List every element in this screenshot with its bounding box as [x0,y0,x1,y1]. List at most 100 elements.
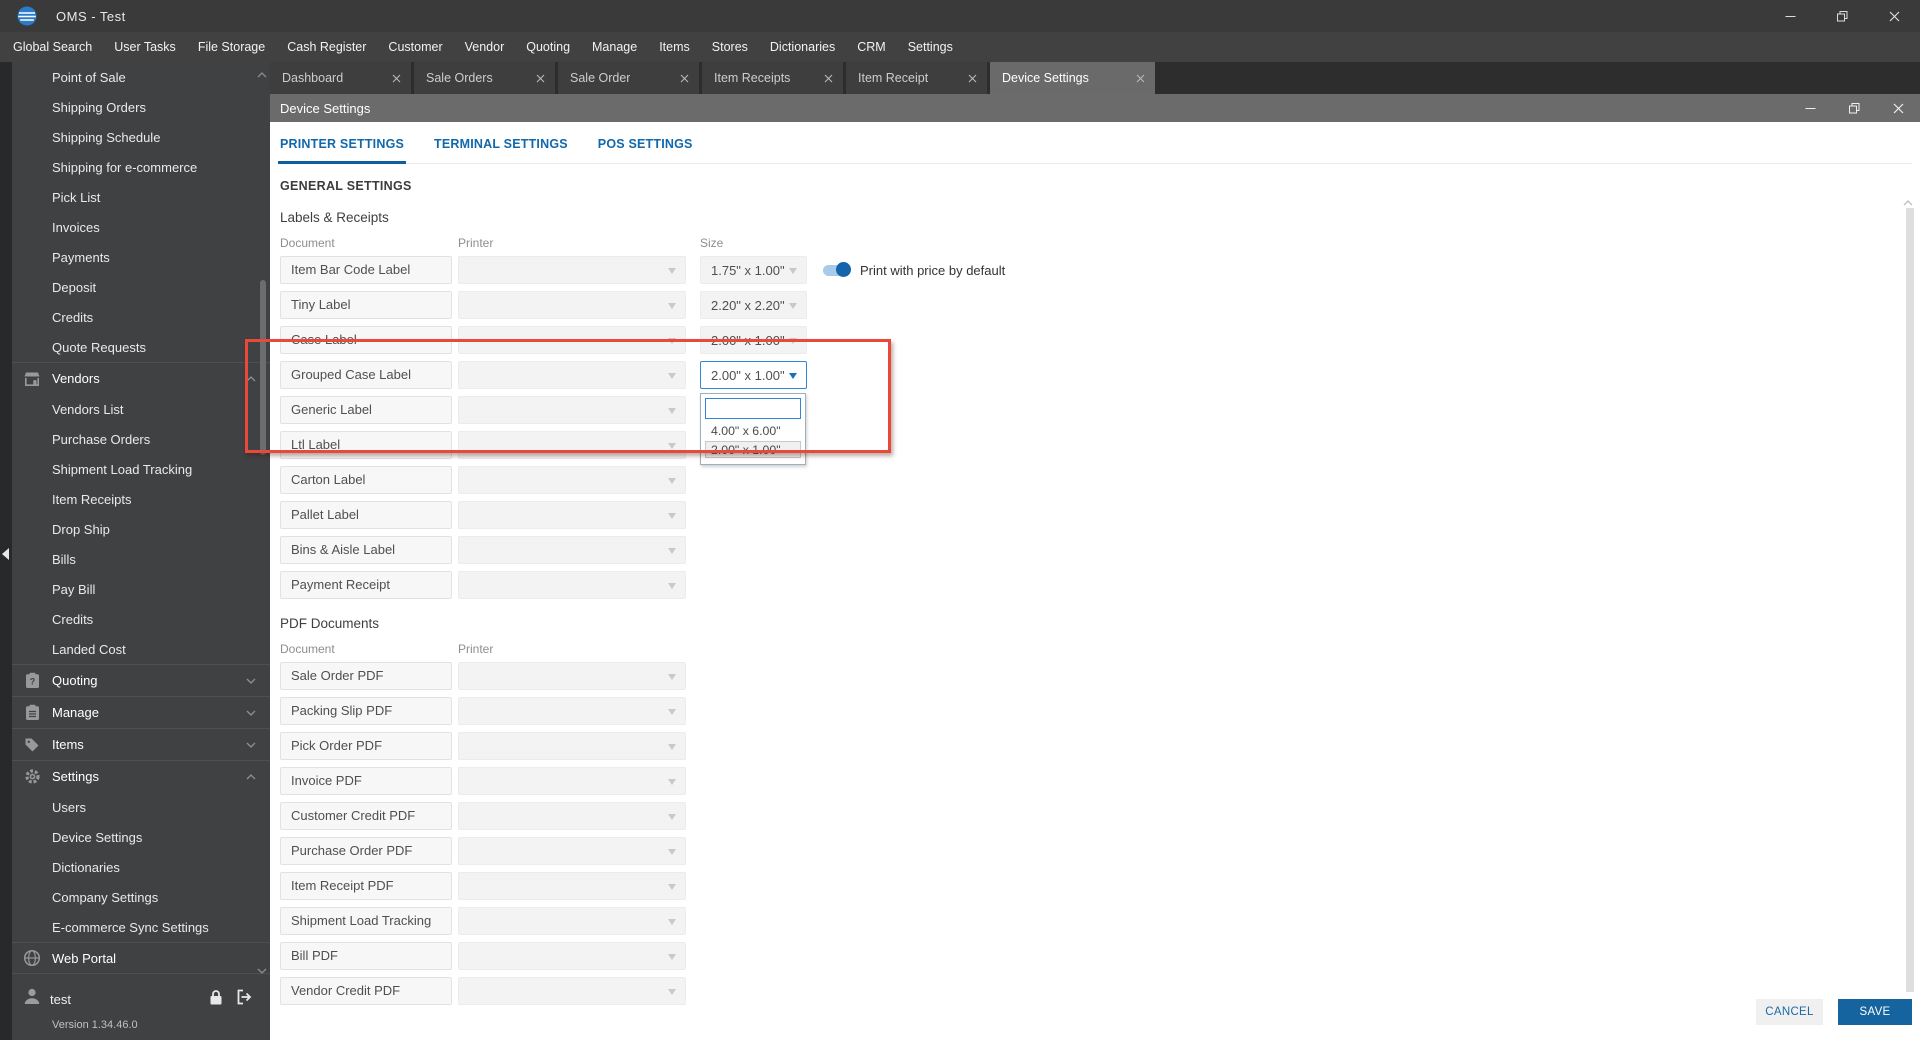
menu-item-dictionaries[interactable]: Dictionaries [759,32,846,62]
printer-select[interactable] [458,732,686,760]
tab-item-receipts[interactable]: Item Receipts [702,62,843,94]
printer-select[interactable] [458,802,686,830]
document-field[interactable]: Tiny Label [280,291,452,319]
sidebar-item-payments[interactable]: Payments [12,242,270,272]
document-field[interactable]: Payment Receipt [280,571,452,599]
collapse-left-arrow-icon[interactable] [2,548,9,560]
sidebar-item-deposit[interactable]: Deposit [12,272,270,302]
printer-select[interactable] [458,396,686,424]
printer-select[interactable] [458,326,686,354]
tab-close-icon[interactable] [968,74,977,83]
window-minimize-button[interactable] [1764,0,1816,32]
sidebar-item-pay-bill[interactable]: Pay Bill [12,574,270,604]
panel-minimize-button[interactable] [1788,94,1832,122]
sidebar-item-purchase-orders[interactable]: Purchase Orders [12,424,270,454]
sidebar-item-ecommerce-sync-settings[interactable]: E-commerce Sync Settings [12,912,270,942]
sidebar-scroll-up-icon[interactable] [257,65,267,83]
sidebar-item-vendor-credits[interactable]: Credits [12,604,270,634]
sidebar-item-pick-list[interactable]: Pick List [12,182,270,212]
printer-select[interactable] [458,697,686,725]
sidebar-item-item-receipts[interactable]: Item Receipts [12,484,270,514]
sidebar-item-vendors-list[interactable]: Vendors List [12,394,270,424]
document-field[interactable]: Customer Credit PDF [280,802,452,830]
menu-item-stores[interactable]: Stores [701,32,759,62]
printer-select[interactable] [458,662,686,690]
size-select[interactable]: 1.75" x 1.00" [700,256,807,284]
tab-pos-settings[interactable]: POS SETTINGS [598,137,693,151]
save-button[interactable]: SAVE [1838,999,1912,1025]
menu-item-manage[interactable]: Manage [581,32,648,62]
sidebar-scrollbar[interactable] [260,280,266,455]
tab-close-icon[interactable] [392,74,401,83]
document-field[interactable]: Case Label [280,326,452,354]
document-field[interactable]: Vendor Credit PDF [280,977,452,1005]
tab-sale-order[interactable]: Sale Order [558,62,699,94]
printer-select[interactable] [458,256,686,284]
sidebar-item-dictionaries[interactable]: Dictionaries [12,852,270,882]
cancel-button[interactable]: CANCEL [1756,999,1823,1025]
document-field[interactable]: Ltl Label [280,431,452,459]
tab-close-icon[interactable] [536,74,545,83]
content-scrollbar[interactable] [1906,208,1914,992]
menu-item-quoting[interactable]: Quoting [515,32,581,62]
printer-select[interactable] [458,466,686,494]
sidebar-item-point-of-sale[interactable]: Point of Sale [12,62,270,92]
document-field[interactable]: Carton Label [280,466,452,494]
menu-item-cash-register[interactable]: Cash Register [276,32,377,62]
menu-item-user-tasks[interactable]: User Tasks [103,32,187,62]
tab-item-receipt[interactable]: Item Receipt [846,62,987,94]
size-select[interactable]: 2.20" x 2.20" [700,291,807,319]
sidebar-item-drop-ship[interactable]: Drop Ship [12,514,270,544]
logout-icon[interactable] [236,989,254,1010]
sidebar-item-quote-requests[interactable]: Quote Requests [12,332,270,362]
tab-close-icon[interactable] [680,74,689,83]
printer-select[interactable] [458,536,686,564]
document-field[interactable]: Packing Slip PDF [280,697,452,725]
document-field[interactable]: Purchase Order PDF [280,837,452,865]
window-restore-button[interactable] [1816,0,1868,32]
sidebar-section-manage[interactable]: Manage [12,696,270,728]
sidebar-item-shipping-ecommerce[interactable]: Shipping for e-commerce [12,152,270,182]
document-field[interactable]: Pick Order PDF [280,732,452,760]
sidebar-item-users[interactable]: Users [12,792,270,822]
printer-select[interactable] [458,571,686,599]
window-close-button[interactable] [1868,0,1920,32]
printer-select[interactable] [458,837,686,865]
tab-dashboard[interactable]: Dashboard [270,62,411,94]
panel-close-button[interactable] [1876,94,1920,122]
menu-item-file-storage[interactable]: File Storage [187,32,276,62]
size-select-open[interactable]: 2.00" x 1.00" 4.00" x 6.00" 2.00" x 1.00… [700,361,807,465]
sidebar-item-invoices[interactable]: Invoices [12,212,270,242]
document-field[interactable]: Item Receipt PDF [280,872,452,900]
document-field[interactable]: Pallet Label [280,501,452,529]
sidebar-item-device-settings[interactable]: Device Settings [12,822,270,852]
size-option[interactable]: 4.00" x 6.00" [705,422,801,439]
document-field[interactable]: Shipment Load Tracking PDF [280,907,452,954]
printer-select[interactable] [458,501,686,529]
sidebar-section-quoting[interactable]: ? Quoting [12,664,270,696]
printer-select[interactable] [458,291,686,319]
sidebar-item-shipping-schedule[interactable]: Shipping Schedule [12,122,270,152]
printer-select[interactable] [458,361,686,389]
print-price-toggle[interactable] [823,262,851,277]
tab-terminal-settings[interactable]: TERMINAL SETTINGS [434,137,568,151]
sidebar-section-web-portal[interactable]: Web Portal [12,942,270,974]
document-field[interactable]: Grouped Case Label [280,361,452,389]
document-field[interactable]: Item Bar Code Label [280,256,452,284]
sidebar-item-shipping-orders[interactable]: Shipping Orders [12,92,270,122]
size-filter-input[interactable] [705,398,801,419]
printer-select[interactable] [458,872,686,900]
menu-item-items[interactable]: Items [648,32,701,62]
menu-item-settings[interactable]: Settings [897,32,964,62]
tab-sale-orders[interactable]: Sale Orders [414,62,555,94]
tab-close-icon[interactable] [824,74,833,83]
printer-select[interactable] [458,767,686,795]
sidebar-item-shipment-load-tracking[interactable]: Shipment Load Tracking [12,454,270,484]
document-field[interactable]: Sale Order PDF [280,662,452,690]
tab-printer-settings[interactable]: PRINTER SETTINGS [277,137,407,164]
lock-icon[interactable] [209,989,223,1011]
menu-item-vendor[interactable]: Vendor [454,32,516,62]
document-field[interactable]: Bins & Aisle Label [280,536,452,564]
printer-select[interactable] [458,977,686,1005]
tab-device-settings[interactable]: Device Settings [990,62,1155,94]
